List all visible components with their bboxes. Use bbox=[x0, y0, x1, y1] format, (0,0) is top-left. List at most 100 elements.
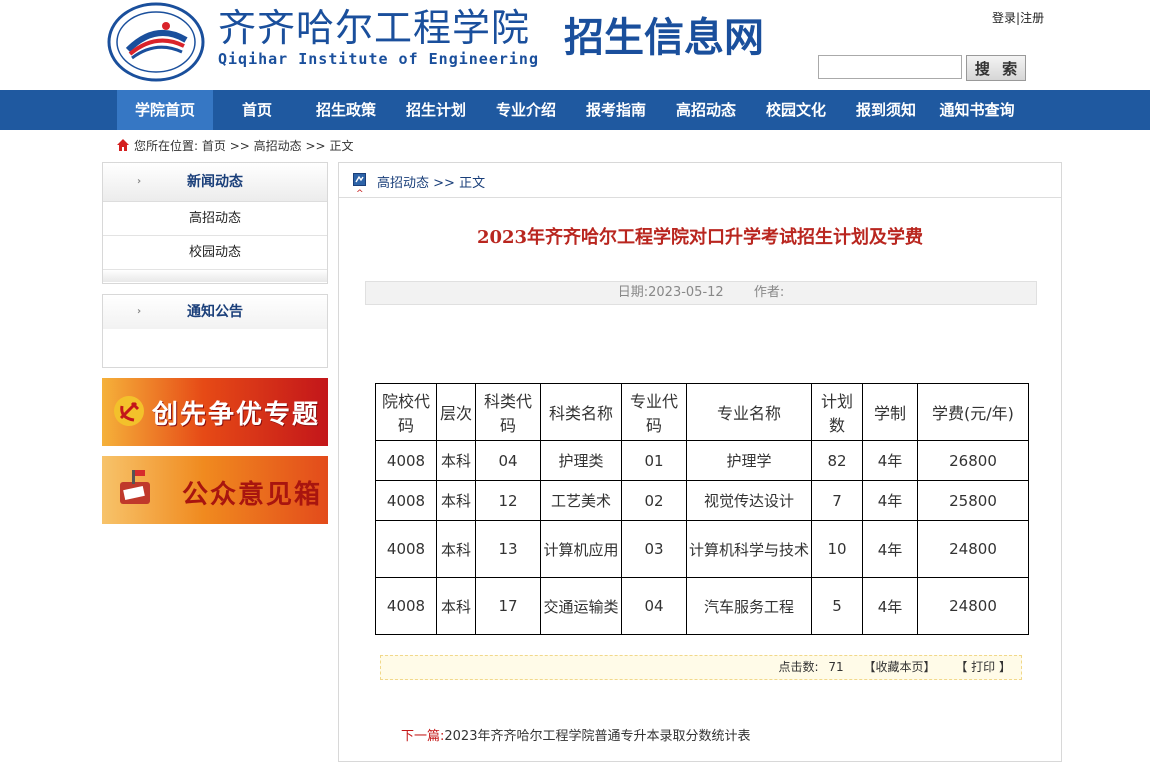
table-cell: 汽车服务工程 bbox=[686, 577, 812, 635]
breadcrumb-prefix: 您所在位置: bbox=[134, 139, 199, 153]
search-input[interactable] bbox=[818, 55, 962, 79]
table-cell: 计算机应用 bbox=[540, 520, 622, 578]
search-button[interactable]: 搜 索 bbox=[966, 55, 1026, 81]
login-link[interactable]: 登录 bbox=[992, 11, 1016, 25]
table-cell: 视觉传达设计 bbox=[686, 480, 812, 521]
panel-breadcrumb-section[interactable]: 高招动态 bbox=[377, 176, 429, 191]
main-nav: 学院首页 首页 招生政策 招生计划 专业介绍 报考指南 高招动态 校园文化 报到… bbox=[0, 90, 1150, 130]
nav-item-registration[interactable]: 报到须知 bbox=[841, 90, 931, 130]
article-panel: ^ 高招动态 >> 正文 2023年齐齐哈尔工程学院对口升学考试招生计划及学费 … bbox=[338, 162, 1062, 762]
site-name: 招生信息网 bbox=[564, 15, 764, 61]
school-name-cn: 齐齐哈尔工程学院 bbox=[218, 6, 531, 50]
nav-item-campus-culture[interactable]: 校园文化 bbox=[751, 90, 841, 130]
table-cell: 4008 bbox=[375, 520, 437, 578]
breadcrumb-sep: >> bbox=[305, 139, 326, 153]
breadcrumb-home[interactable]: 首页 bbox=[202, 139, 226, 153]
table-cell: 护理类 bbox=[540, 440, 622, 481]
banner-party-topic-text: 创先争优专题 bbox=[152, 400, 321, 430]
table-cell: 01 bbox=[621, 440, 687, 481]
table-cell: 4008 bbox=[375, 577, 437, 635]
next-article-link[interactable]: 2023年齐齐哈尔工程学院普通专升本录取分数统计表 bbox=[444, 729, 750, 744]
table-header-cell: 学制 bbox=[862, 383, 918, 441]
next-article-label: 下一篇: bbox=[401, 729, 445, 744]
table-header-row: 院校代码 层次 科类代码 科类名称 专业代码 专业名称 计划数 学制 学费(元/… bbox=[375, 383, 1029, 441]
breadcrumb-section[interactable]: 高招动态 bbox=[254, 139, 302, 153]
nav-item-college-home[interactable]: 学院首页 bbox=[117, 90, 213, 130]
banner-party-topic[interactable]: 创先争优专题 bbox=[102, 378, 328, 446]
table-cell: 4008 bbox=[375, 440, 437, 481]
login-links: 登录|注册 bbox=[992, 11, 1045, 25]
nav-item-policy[interactable]: 招生政策 bbox=[301, 90, 391, 130]
article-tools: 点击数: 71 【收藏本页】 【 打印 】 bbox=[380, 655, 1022, 680]
article-meta: 日期:2023-05-12 作者: bbox=[365, 281, 1037, 305]
print-link[interactable]: 【 打印 】 bbox=[955, 660, 1011, 674]
table-cell: 04 bbox=[621, 577, 687, 635]
table-cell: 24800 bbox=[917, 577, 1029, 635]
table-header-cell: 科类代码 bbox=[475, 383, 541, 441]
news-box-title: 新闻动态 bbox=[187, 174, 243, 190]
table-cell: 10 bbox=[811, 520, 863, 578]
nav-item-admission-news[interactable]: 高招动态 bbox=[661, 90, 751, 130]
table-cell: 4年 bbox=[862, 480, 918, 521]
document-icon bbox=[353, 173, 366, 186]
table-cell: 本科 bbox=[436, 520, 476, 578]
panel-breadcrumb-sep: >> bbox=[433, 176, 455, 191]
author-label: 作者: bbox=[753, 285, 785, 300]
nav-item-majors[interactable]: 专业介绍 bbox=[481, 90, 571, 130]
banner-suggestion-box[interactable]: 公众意见箱 bbox=[102, 456, 328, 524]
news-box-header: › 新闻动态 bbox=[103, 163, 327, 202]
table-cell: 本科 bbox=[436, 440, 476, 481]
notice-box-title: 通知公告 bbox=[187, 304, 243, 320]
table-cell: 计算机科学与技术 bbox=[686, 520, 812, 578]
table-cell: 13 bbox=[475, 520, 541, 578]
table-cell: 7 bbox=[811, 480, 863, 521]
sidebar-item-admission-news[interactable]: 高招动态 bbox=[103, 202, 327, 236]
table-cell: 03 bbox=[621, 520, 687, 578]
table-row: 4008 本科 17 交通运输类 04 汽车服务工程 5 4年 24800 bbox=[375, 577, 1029, 635]
mailbox-icon bbox=[120, 470, 150, 504]
caret-up-icon: ^ bbox=[356, 189, 364, 199]
table-cell: 4008 bbox=[375, 480, 437, 521]
notice-box-header: › 通知公告 bbox=[103, 295, 327, 329]
nav-item-plan[interactable]: 招生计划 bbox=[391, 90, 481, 130]
register-link[interactable]: 注册 bbox=[1020, 11, 1044, 25]
panel-breadcrumb-current: 正文 bbox=[459, 176, 486, 191]
table-header-cell: 层次 bbox=[436, 383, 476, 441]
news-box: › 新闻动态 高招动态 校园动态 bbox=[102, 162, 328, 284]
table-row: 4008 本科 04 护理类 01 护理学 82 4年 26800 bbox=[375, 440, 1029, 481]
table-cell: 4年 bbox=[862, 520, 918, 578]
table-cell: 26800 bbox=[917, 440, 1029, 481]
school-emblem-icon bbox=[107, 2, 205, 82]
date-label: 日期: bbox=[617, 285, 649, 300]
table-header-cell: 科类名称 bbox=[540, 383, 622, 441]
article-panel-header: ^ 高招动态 >> 正文 bbox=[339, 163, 1061, 199]
table-cell: 24800 bbox=[917, 520, 1029, 578]
table-header-cell: 院校代码 bbox=[375, 383, 437, 441]
nav-item-home[interactable]: 首页 bbox=[213, 90, 301, 130]
sidebar-item-campus-news[interactable]: 校园动态 bbox=[103, 236, 327, 270]
breadcrumb: 您所在位置: 首页 >> 高招动态 >> 正文 bbox=[116, 138, 353, 154]
table-row: 4008 本科 12 工艺美术 02 视觉传达设计 7 4年 25800 bbox=[375, 480, 1029, 521]
table-cell: 12 bbox=[475, 480, 541, 521]
table-cell: 17 bbox=[475, 577, 541, 635]
nav-item-guide[interactable]: 报考指南 bbox=[571, 90, 661, 130]
school-logo[interactable]: 齐齐哈尔工程学院 Qiqihar Institute of Engineerin… bbox=[104, 0, 824, 88]
notice-box: › 通知公告 bbox=[102, 294, 328, 368]
arrow-icon: › bbox=[137, 176, 142, 187]
banner-suggestion-box-text: 公众意见箱 bbox=[182, 480, 323, 510]
news-box-footer bbox=[103, 270, 327, 282]
breadcrumb-current: 正文 bbox=[329, 139, 354, 153]
table-cell: 本科 bbox=[436, 480, 476, 521]
table-cell: 82 bbox=[811, 440, 863, 481]
click-count: 71 bbox=[828, 660, 844, 674]
nav-item-letter-query[interactable]: 通知书查询 bbox=[931, 90, 1023, 130]
table-header-cell: 学费(元/年) bbox=[917, 383, 1029, 441]
table-cell: 4年 bbox=[862, 440, 918, 481]
table-cell: 本科 bbox=[436, 577, 476, 635]
table-cell: 工艺美术 bbox=[540, 480, 622, 521]
table-cell: 25800 bbox=[917, 480, 1029, 521]
table-cell: 交通运输类 bbox=[540, 577, 622, 635]
table-header-cell: 专业代码 bbox=[621, 383, 687, 441]
table-header-cell: 计划数 bbox=[811, 383, 863, 441]
favorite-link[interactable]: 【收藏本页】 bbox=[864, 660, 936, 674]
